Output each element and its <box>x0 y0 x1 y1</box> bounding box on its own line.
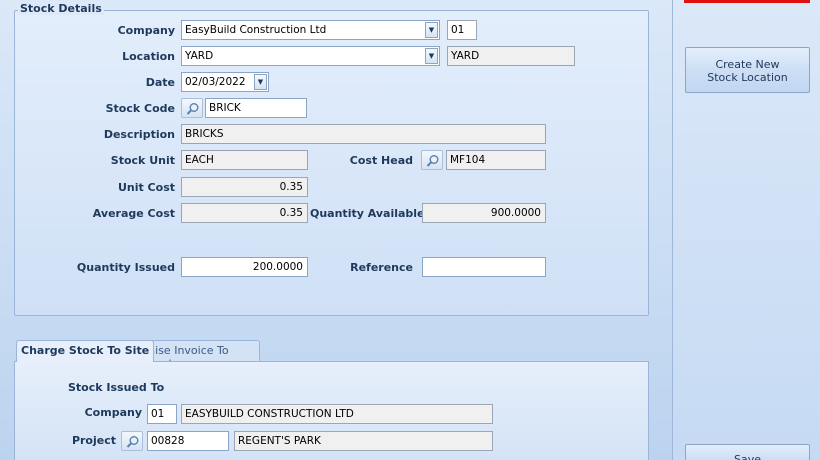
date-label: Date <box>145 76 175 89</box>
location-select[interactable]: YARD ▼ <box>181 46 440 66</box>
project-label: Project <box>71 434 116 447</box>
stock-issued-to-title: Stock Issued To <box>68 381 165 394</box>
quantity-available-label: Quantity Available <box>310 207 425 220</box>
calendar-dropdown-icon[interactable]: ▼ <box>254 74 267 90</box>
cost-head-search-button[interactable] <box>421 150 443 170</box>
project-name-field: REGENT'S PARK <box>234 431 493 451</box>
charge-company-name-field: EASYBUILD CONSTRUCTION LTD <box>181 404 493 424</box>
unit-cost-label: Unit Cost <box>117 181 175 194</box>
stock-unit-field: EACH <box>181 150 308 170</box>
tab-strip: Charge Stock To Site Raise Invoice To Cl… <box>14 340 649 370</box>
save-button[interactable]: Save <box>685 444 810 460</box>
chevron-down-icon[interactable]: ▼ <box>425 22 438 38</box>
stock-details-title: Stock Details <box>18 2 104 15</box>
location-label: Location <box>122 50 175 63</box>
red-indicator-strip <box>684 0 810 3</box>
reference-label: Reference <box>350 261 413 274</box>
project-search-button[interactable] <box>121 431 143 451</box>
date-picker[interactable]: 02/03/2022 ▼ <box>181 72 269 92</box>
tab-raise-invoice-to-client[interactable]: Raise Invoice To Client <box>136 340 260 370</box>
location-select-value: YARD <box>185 50 214 62</box>
average-cost-label: Average Cost <box>92 207 175 220</box>
magnifier-icon <box>426 155 439 167</box>
quantity-available-field: 900.0000 <box>422 203 546 223</box>
average-cost-field: 0.35 <box>181 203 308 223</box>
quantity-issued-label: Quantity Issued <box>76 261 175 274</box>
company-select-value: EasyBuild Construction Ltd <box>185 24 327 36</box>
charge-company-label: Company <box>84 406 142 419</box>
description-field: BRICKS <box>181 124 546 144</box>
company-select[interactable]: EasyBuild Construction Ltd ▼ <box>181 20 440 40</box>
reference-input[interactable] <box>422 257 546 277</box>
company-code-field: 01 <box>447 20 477 40</box>
project-code-input[interactable]: 00828 <box>147 431 229 451</box>
quantity-issued-input[interactable]: 200.0000 <box>181 257 308 277</box>
company-label: Company <box>117 24 175 37</box>
magnifier-icon <box>186 103 199 115</box>
tab-charge-stock-to-site[interactable]: Charge Stock To Site <box>16 340 155 362</box>
create-stock-location-button[interactable]: Create New Stock Location <box>685 47 810 93</box>
cost-head-field: MF104 <box>446 150 546 170</box>
cost-head-label: Cost Head <box>349 154 413 167</box>
unit-cost-field: 0.35 <box>181 177 308 197</box>
description-label: Description <box>103 128 175 141</box>
stock-code-search-button[interactable] <box>181 98 203 118</box>
charge-company-code-input[interactable]: 01 <box>147 404 177 424</box>
stock-code-input[interactable]: BRICK <box>205 98 307 118</box>
magnifier-icon <box>126 436 139 448</box>
chevron-down-icon[interactable]: ▼ <box>425 48 438 64</box>
stock-code-label: Stock Code <box>105 102 175 115</box>
date-value: 02/03/2022 <box>185 76 246 88</box>
stock-unit-label: Stock Unit <box>110 154 175 167</box>
location-desc-field: YARD <box>447 46 575 66</box>
